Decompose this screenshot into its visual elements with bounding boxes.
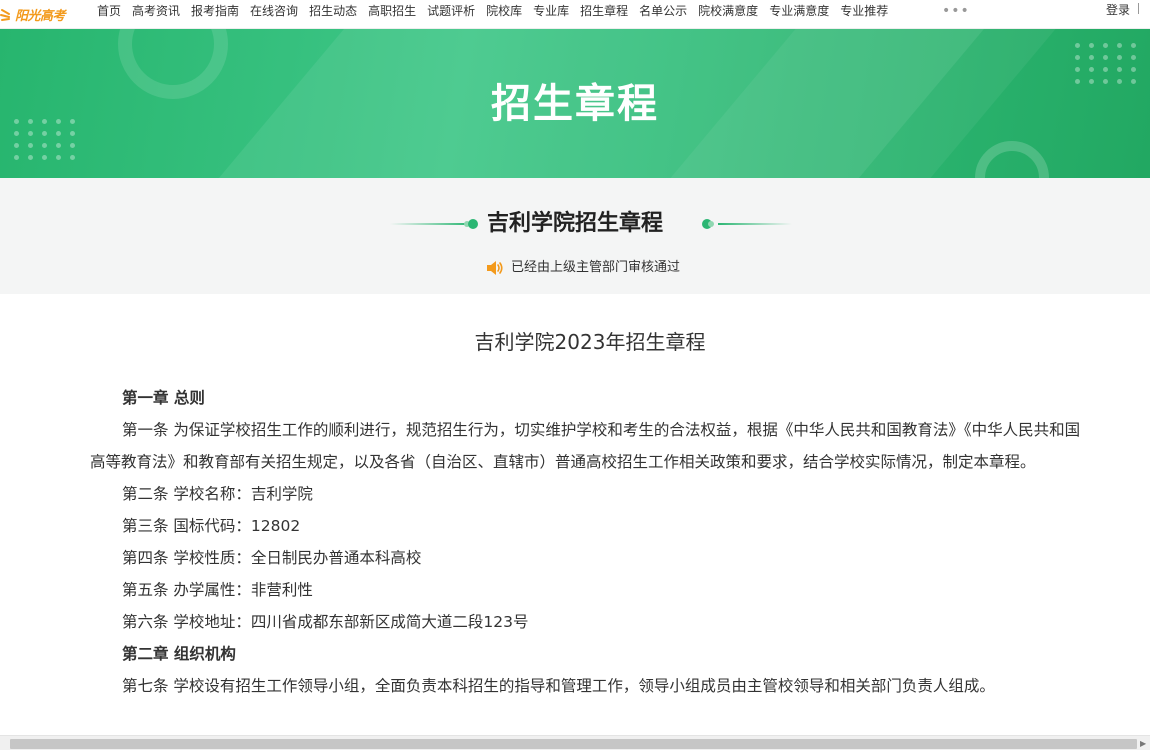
title-decor-right bbox=[702, 219, 792, 229]
sun-logo-icon bbox=[0, 8, 10, 21]
scroll-right-arrow-icon[interactable]: ▶ bbox=[1140, 739, 1146, 749]
chapter-heading: 第二章 组织机构 bbox=[122, 645, 236, 663]
page-banner: 招生章程 bbox=[0, 29, 1150, 178]
nav-item[interactable]: 招生动态 bbox=[309, 0, 357, 22]
nav-item[interactable]: 名单公示 bbox=[639, 0, 687, 22]
article-paragraph: 第四条 学校性质：全日制民办普通本科高校 bbox=[122, 549, 422, 567]
horizontal-scrollbar[interactable]: ▶ bbox=[0, 735, 1150, 750]
nav-item[interactable]: 首页 bbox=[97, 0, 121, 22]
document-title: 吉利学院2023年招生章程 bbox=[474, 330, 706, 354]
banner-decor-ring bbox=[975, 141, 1049, 178]
nav-item[interactable]: 在线咨询 bbox=[250, 0, 298, 22]
login-separator bbox=[1138, 3, 1139, 14]
school-header: 吉利学院招生章程 已经由上级主管部门审核通过 bbox=[0, 178, 1150, 294]
speaker-icon bbox=[487, 261, 503, 275]
nav-item[interactable]: 高考资讯 bbox=[132, 0, 180, 22]
notice-text: 已经由上级主管部门审核通过 bbox=[511, 260, 681, 275]
article-paragraph: 第二条 学校名称：吉利学院 bbox=[122, 485, 313, 503]
article-paragraph: 第七条 学校设有招生工作领导小组，全面负责本科招生的指导和管理工作，领导小组成员… bbox=[122, 677, 995, 695]
nav-item[interactable]: 院校库 bbox=[486, 0, 522, 22]
nav-item[interactable]: 报考指南 bbox=[191, 0, 239, 22]
article-paragraph: 第一条 为保证学校招生工作的顺利进行，规范招生行为，切实维护学校和考生的合法权益… bbox=[90, 421, 1081, 471]
nav-item[interactable]: 招生章程 bbox=[580, 0, 628, 22]
top-nav-bar: 阳光高考 首页 高考资讯 报考指南 在线咨询 招生动态 高职招生 试题评析 院校库 专业库 招生章… bbox=[0, 0, 1150, 29]
scrollbar-thumb[interactable] bbox=[10, 739, 1137, 749]
nav-item[interactable]: 高职招生 bbox=[368, 0, 416, 22]
article-paragraph: 第五条 办学属性：非营利性 bbox=[122, 581, 313, 599]
more-menu-icon[interactable]: ••• bbox=[942, 4, 970, 18]
nav-item[interactable]: 专业满意度 bbox=[769, 0, 829, 22]
article-paragraph: 第三条 国标代码：12802 bbox=[122, 517, 301, 535]
login-link[interactable]: 登录 bbox=[1106, 0, 1130, 20]
nav-item[interactable]: 专业库 bbox=[533, 0, 569, 22]
main-nav: 首页 高考资讯 报考指南 在线咨询 招生动态 高职招生 试题评析 院校库 专业库 招生章程 名单公示… bbox=[97, 0, 899, 22]
site-logo[interactable]: 阳光高考 bbox=[0, 2, 66, 27]
nav-item[interactable]: 院校满意度 bbox=[698, 0, 758, 22]
chapter-heading: 第一章 总则 bbox=[122, 389, 205, 407]
document-body: 第一章 总则第一条 为保证学校招生工作的顺利进行，规范招生行为，切实维护学校和考… bbox=[90, 382, 1090, 702]
banner-title: 招生章程 bbox=[491, 81, 659, 127]
logo-text: 阳光高考 bbox=[15, 9, 66, 24]
nav-item[interactable]: 专业推荐 bbox=[840, 0, 888, 22]
review-notice: 已经由上级主管部门审核通过 bbox=[486, 259, 680, 277]
school-title: 吉利学院招生章程 bbox=[486, 211, 663, 236]
article-paragraph: 第六条 学校地址：四川省成都东部新区成简大道二段123号 bbox=[122, 613, 529, 631]
nav-item[interactable]: 试题评析 bbox=[427, 0, 475, 22]
